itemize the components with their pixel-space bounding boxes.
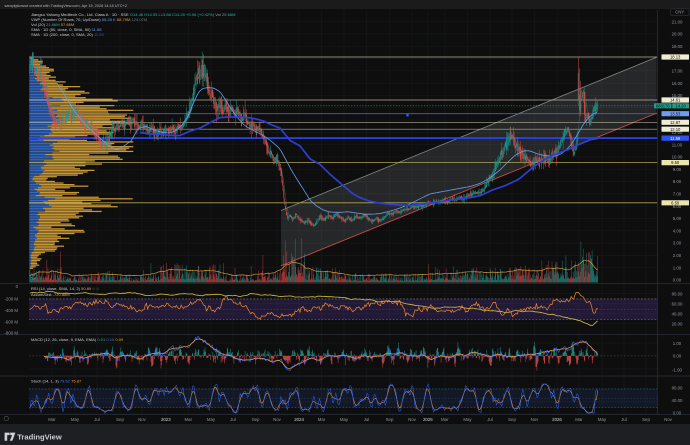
svg-text:Sep: Sep <box>116 417 124 422</box>
svg-text:9.00: 9.00 <box>673 167 682 172</box>
svg-text:Jul: Jul <box>94 417 100 422</box>
svg-text:Accum/Dist -720.88M: Accum/Dist -720.88M <box>31 292 70 297</box>
svg-text:688176: 688176 <box>656 104 671 109</box>
svg-text:60.00: 60.00 <box>672 302 683 307</box>
svg-text:17.00: 17.00 <box>672 69 683 74</box>
svg-text:TradingView: TradingView <box>17 433 62 442</box>
svg-text:Jul: Jul <box>621 417 627 422</box>
svg-text:14.20: 14.20 <box>675 104 686 109</box>
svg-text:5.00: 5.00 <box>673 216 682 221</box>
svg-text:Mar: Mar <box>185 417 193 422</box>
svg-text:10.00: 10.00 <box>672 155 683 160</box>
svg-text:Jul: Jul <box>230 417 236 422</box>
svg-text:16.00: 16.00 <box>672 81 683 86</box>
svg-text:May: May <box>463 417 472 422</box>
svg-text:May: May <box>207 417 216 422</box>
svg-text:MACD (12, 26, close, 9, EMA, E: MACD (12, 26, close, 9, EMA, EMA) 0.01 0… <box>31 337 124 342</box>
svg-text:Sep: Sep <box>508 417 516 422</box>
svg-text:2025: 2025 <box>423 417 433 422</box>
svg-text:6.50: 6.50 <box>671 201 680 206</box>
svg-text:0.00: 0.00 <box>673 411 682 416</box>
svg-text:Sep: Sep <box>642 417 650 422</box>
svg-text:CNY: CNY <box>675 10 684 15</box>
svg-text:-800 M: -800 M <box>4 330 18 335</box>
svg-text:3.00: 3.00 <box>673 241 682 246</box>
svg-text:SMA · 1D (200, close, 0, SMA,: SMA · 1D (200, close, 0, SMA, 20) 11.59 <box>31 32 105 37</box>
svg-text:Jul: Jul <box>364 417 370 422</box>
svg-text:1.00: 1.00 <box>673 265 682 270</box>
svg-text:RSI (14, close, SMA, 14, 2) 50: RSI (14, close, SMA, 14, 2) 50.89 ⊙ ⊙ <box>31 286 99 291</box>
svg-text:20.00: 20.00 <box>672 321 683 326</box>
svg-text:19.00: 19.00 <box>672 44 683 49</box>
svg-text:8.00: 8.00 <box>673 179 682 184</box>
svg-text:Mar: Mar <box>318 417 326 422</box>
svg-text:-400 M: -400 M <box>4 308 18 313</box>
svg-text:4.00: 4.00 <box>673 228 682 233</box>
svg-text:0.00: 0.00 <box>673 278 682 283</box>
svg-text:Nov: Nov <box>664 417 673 422</box>
svg-text:12.10: 12.10 <box>670 127 681 132</box>
svg-text:May: May <box>598 417 607 422</box>
svg-text:12.87: 12.87 <box>670 120 681 125</box>
svg-text:Mar: Mar <box>441 417 449 422</box>
svg-text:-600 M: -600 M <box>4 319 18 324</box>
svg-text:14.61: 14.61 <box>670 98 681 103</box>
svg-text:7.00: 7.00 <box>673 192 682 197</box>
svg-text:2024: 2024 <box>294 417 304 422</box>
svg-text:2026: 2026 <box>552 417 562 422</box>
svg-text:Mar: Mar <box>575 417 583 422</box>
svg-text:May: May <box>71 417 80 422</box>
svg-text:Jul: Jul <box>487 417 493 422</box>
svg-text:21.00: 21.00 <box>672 19 683 24</box>
svg-text:Nov: Nov <box>408 417 417 422</box>
svg-text:18.13: 18.13 <box>670 55 681 60</box>
svg-text:2.00: 2.00 <box>673 253 682 258</box>
svg-text:May: May <box>340 417 349 422</box>
svg-text:-200 M: -200 M <box>4 297 18 302</box>
svg-text:sampkjslowsd created with Trad: sampkjslowsd created with TradingView.co… <box>5 4 127 8</box>
svg-text:9.50: 9.50 <box>671 160 680 165</box>
svg-text:80.00: 80.00 <box>672 386 683 391</box>
svg-text:2023: 2023 <box>161 417 171 422</box>
svg-text:Nov: Nov <box>273 417 282 422</box>
svg-text:13.53: 13.53 <box>670 111 681 116</box>
svg-text:80.00: 80.00 <box>672 291 683 296</box>
svg-text:Mar: Mar <box>48 417 56 422</box>
svg-text:Stoch (14, 1, 3) 79.52 75.87: Stoch (14, 1, 3) 79.52 75.87 <box>31 379 82 384</box>
svg-text:Nov: Nov <box>531 417 540 422</box>
svg-text:Nov: Nov <box>138 417 147 422</box>
svg-text:1.00: 1.00 <box>673 341 682 346</box>
svg-text:-1.00: -1.00 <box>672 367 682 372</box>
svg-text:Sep: Sep <box>252 417 260 422</box>
svg-text:11.59: 11.59 <box>670 136 681 141</box>
svg-text:11.00: 11.00 <box>672 142 683 147</box>
svg-text:Sep: Sep <box>386 417 394 422</box>
svg-text:40.00: 40.00 <box>672 312 683 317</box>
svg-text:40.00: 40.00 <box>672 398 683 403</box>
svg-text:0.00: 0.00 <box>673 354 682 359</box>
svg-text:20.00: 20.00 <box>672 32 683 37</box>
